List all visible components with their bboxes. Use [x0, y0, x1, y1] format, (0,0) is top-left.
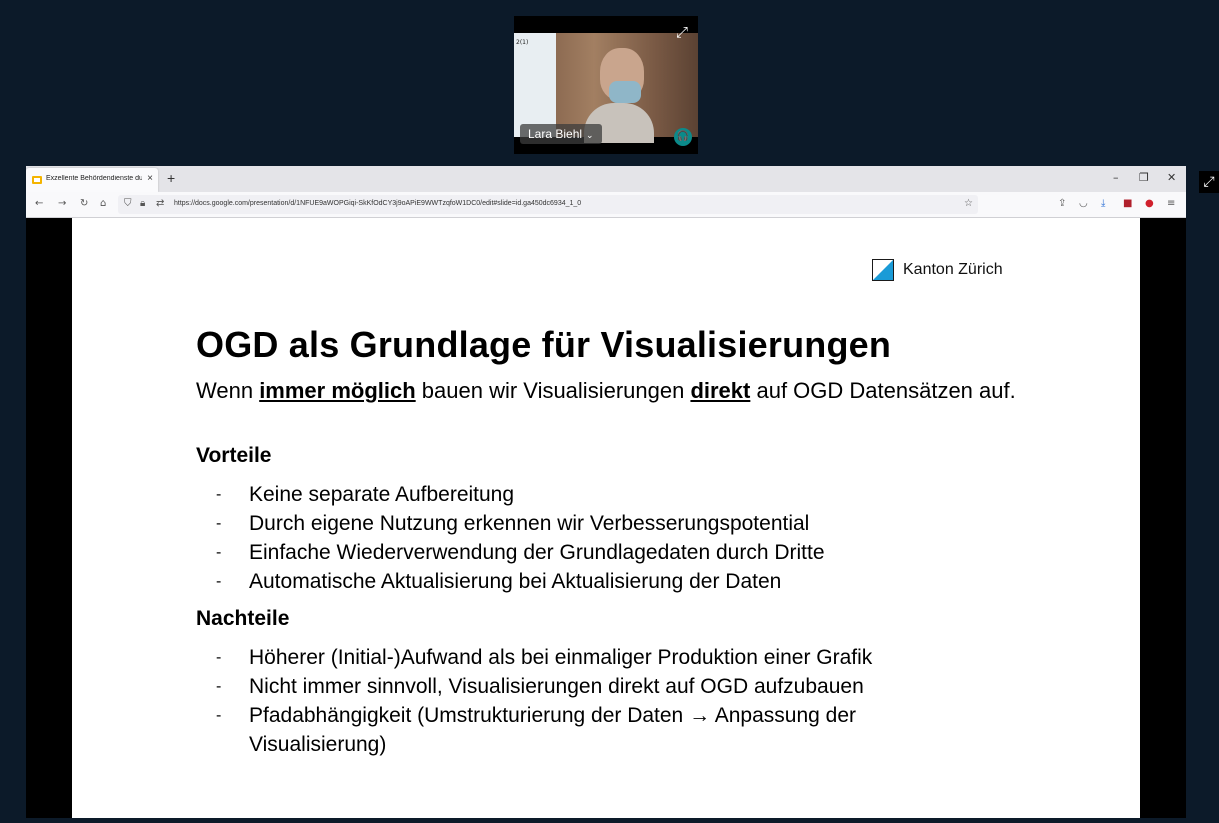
- headphones-icon: 🎧: [674, 128, 692, 146]
- whiteboard-text: 2(1): [516, 39, 529, 46]
- reload-icon[interactable]: ↻: [80, 198, 88, 209]
- save-icon[interactable]: ⇪: [1058, 198, 1066, 209]
- pros-list: - Keine separate Aufbereitung - Durch eige…: [196, 480, 996, 596]
- list-item-text: Automatische Aktualisierung bei Aktualis…: [249, 570, 782, 593]
- intro-text: Wenn immer möglich bauen wir Visualisier…: [196, 376, 1056, 405]
- participant-video-tile[interactable]: 2(1) ⤢ Lara Biehl ⌄ 🎧: [514, 16, 698, 154]
- bullet-marker: -: [216, 515, 222, 532]
- bullet-marker: -: [216, 486, 222, 503]
- list-item-text: Einfache Wiederverwendung der Grundlaged…: [249, 541, 825, 564]
- participant-video: 2(1): [514, 33, 698, 143]
- browser-window: Exzellente Behördendienste du × + – ❐ ✕ …: [26, 166, 1186, 818]
- address-bar[interactable]: ⛉ 🔒︎ ⇄ https://docs.google.com/presentat…: [118, 195, 978, 214]
- list-item: - Nicht immer sinnvoll, Visualisierungen …: [196, 672, 956, 701]
- participant-name: Lara Biehl: [528, 127, 583, 141]
- intro-emphasis-2: direkt: [690, 378, 751, 403]
- presentation-slide: Kanton Zürich OGD als Grundlage für Visu…: [72, 218, 1140, 818]
- permissions-icon[interactable]: ⇄: [156, 198, 164, 209]
- pros-heading: Vorteile: [196, 444, 272, 467]
- list-item-text: Nicht immer sinnvoll, Visualisierungen d…: [249, 675, 864, 698]
- participant-name-tag[interactable]: Lara Biehl ⌄: [520, 124, 602, 144]
- shield-icon[interactable]: ⛉: [124, 198, 132, 209]
- list-item: - Keine separate Aufbereitung: [196, 480, 996, 509]
- bullet-marker: -: [216, 707, 222, 724]
- home-icon[interactable]: ⌂: [100, 198, 106, 209]
- fullscreen-expand-icon[interactable]: ⤢: [1199, 171, 1219, 193]
- new-tab-button[interactable]: +: [167, 170, 175, 186]
- bullet-marker: -: [216, 573, 222, 590]
- pocket-icon[interactable]: ◡: [1079, 198, 1088, 209]
- list-item-text: Keine separate Aufbereitung: [249, 483, 515, 506]
- face-mask: [609, 81, 641, 103]
- intro-part-2: bauen wir Visualisierungen: [415, 378, 691, 403]
- navigation-bar: ← → ↻ ⌂ ⛉ 🔒︎ ⇄ https://docs.google.com/p…: [26, 192, 1186, 218]
- list-item: - Durch eigene Nutzung erkennen wir Verbe…: [196, 509, 996, 538]
- browser-tab-active[interactable]: Exzellente Behördendienste du ×: [26, 168, 158, 192]
- list-item-text: Durch eigene Nutzung erkennen wir Verbes…: [249, 512, 810, 535]
- intro-part-3: auf OGD Datensätzen auf.: [750, 378, 1016, 403]
- bullet-marker: -: [216, 544, 222, 561]
- restore-icon[interactable]: ❐: [1139, 171, 1149, 184]
- expand-icon[interactable]: ⤢: [672, 22, 692, 42]
- url-text: https://docs.google.com/presentation/d/1…: [174, 200, 582, 207]
- bullet-marker: -: [216, 678, 222, 695]
- back-icon[interactable]: ←: [35, 198, 43, 209]
- logo-text: Kanton Zürich: [903, 261, 1003, 278]
- cons-heading: Nachteile: [196, 607, 290, 630]
- bullet-marker: -: [216, 649, 222, 666]
- slides-favicon-icon: [32, 176, 42, 184]
- list-item: - Automatische Aktualisierung bei Aktuali…: [196, 567, 996, 596]
- minimize-icon[interactable]: –: [1113, 171, 1119, 184]
- download-icon[interactable]: ⤓: [1101, 198, 1105, 209]
- tab-bar: Exzellente Behördendienste du × + – ❐ ✕: [26, 166, 1186, 192]
- menu-icon[interactable]: ≡: [1167, 198, 1175, 209]
- canton-flag-icon: [872, 259, 894, 281]
- slide-title: OGD als Grundlage für Visualisierungen: [196, 324, 892, 365]
- lock-icon[interactable]: 🔒︎: [140, 198, 145, 209]
- list-item-text: Pfadabhängigkeit (Umstrukturierung der D…: [249, 704, 857, 756]
- list-item: - Einfache Wiederverwendung der Grundlage…: [196, 538, 996, 567]
- tab-title: Exzellente Behördendienste du: [46, 175, 142, 182]
- list-item: - Pfadabhängigkeit (Umstrukturierung der …: [196, 701, 956, 759]
- intro-part-1: Wenn: [196, 378, 260, 403]
- bookmark-star-icon[interactable]: ☆: [964, 198, 973, 209]
- intro-emphasis-1: immer möglich: [259, 378, 416, 403]
- extension-icon[interactable]: ■: [1123, 198, 1132, 209]
- list-item-text: Höherer (Initial-)Aufwand als bei einmal…: [249, 646, 873, 669]
- close-window-icon[interactable]: ✕: [1167, 171, 1176, 184]
- close-tab-icon[interactable]: ×: [147, 173, 153, 184]
- page-viewport: Kanton Zürich OGD als Grundlage für Visu…: [26, 218, 1186, 818]
- list-item: - Höherer (Initial-)Aufwand als bei einma…: [196, 643, 956, 672]
- forward-icon[interactable]: →: [58, 198, 66, 209]
- cons-list: - Höherer (Initial-)Aufwand als bei einma…: [196, 643, 956, 759]
- adblock-icon[interactable]: ●: [1145, 198, 1154, 209]
- chevron-down-icon: ⌄: [586, 130, 594, 140]
